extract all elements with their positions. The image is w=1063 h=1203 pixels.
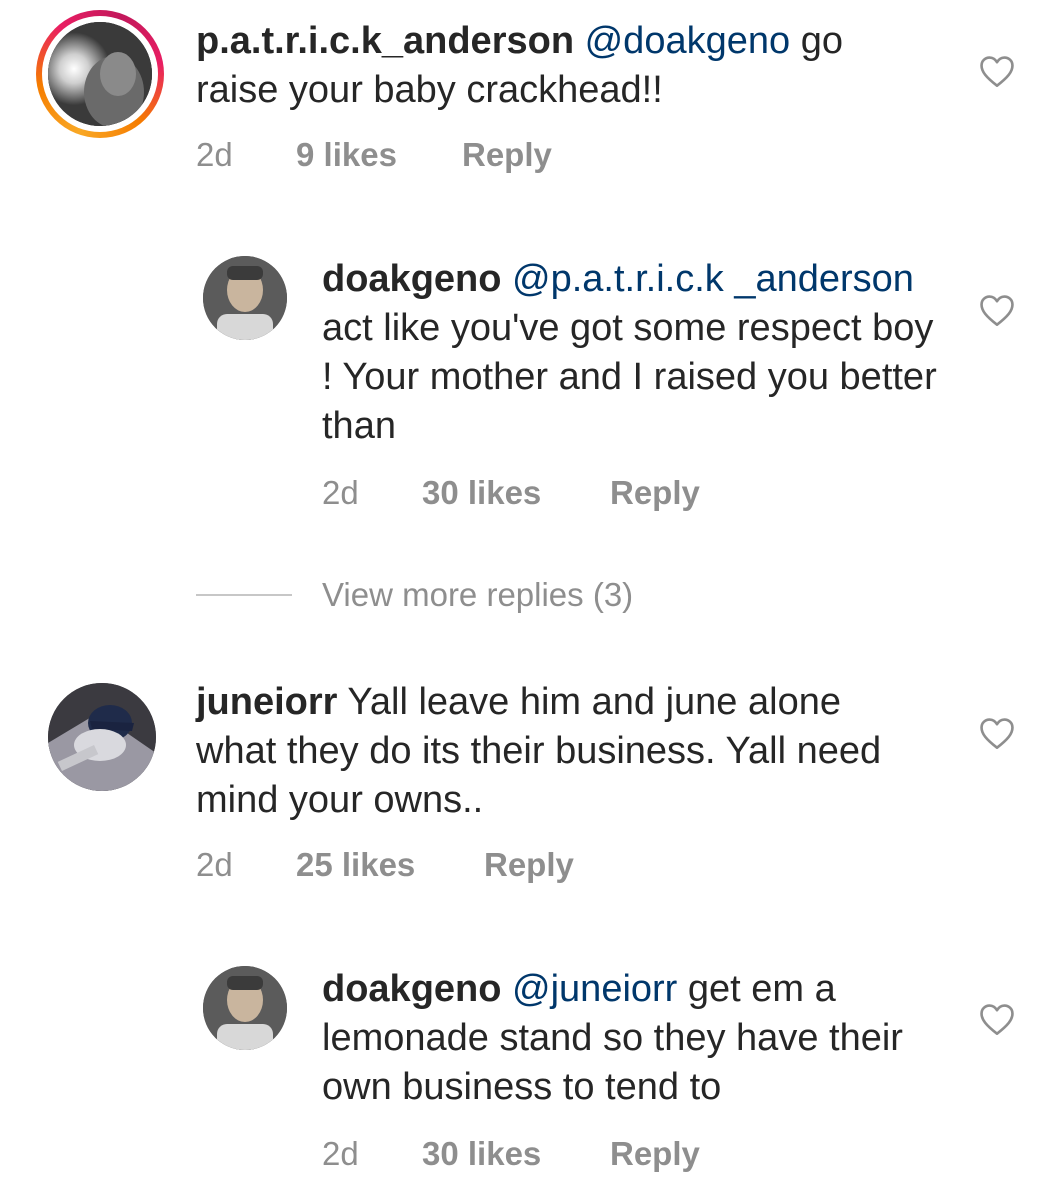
comment-time: 2d <box>196 136 233 173</box>
comment-time: 2d <box>322 474 359 511</box>
heart-icon[interactable] <box>978 54 1016 88</box>
mention-link[interactable]: @p.a.t.r.i.c.k _anderson <box>512 258 914 300</box>
username[interactable]: p.a.t.r.i.c.k_anderson <box>196 20 574 62</box>
username[interactable]: juneiorr <box>196 681 337 723</box>
heart-icon[interactable] <box>978 716 1016 750</box>
likes-count[interactable]: 30 likes <box>422 474 541 512</box>
avatar[interactable] <box>48 22 152 126</box>
view-more-divider <box>196 594 292 596</box>
comment-time: 2d <box>322 1135 359 1172</box>
avatar[interactable] <box>203 966 287 1050</box>
comment-text: act like you've got some respect boy ! Y… <box>322 307 937 447</box>
heart-icon[interactable] <box>978 1002 1016 1036</box>
likes-count[interactable]: 25 likes <box>296 846 415 884</box>
username[interactable]: doakgeno <box>322 258 501 300</box>
avatar[interactable] <box>203 256 287 340</box>
mention-link[interactable]: @juneiorr <box>512 968 677 1010</box>
reply-button[interactable]: Reply <box>610 1135 700 1173</box>
story-ring[interactable] <box>36 10 164 138</box>
heart-icon[interactable] <box>978 293 1016 327</box>
mention-link[interactable]: @doakgeno <box>585 20 791 62</box>
reply-button[interactable]: Reply <box>610 474 700 512</box>
avatar[interactable] <box>48 683 156 791</box>
reply-button[interactable]: Reply <box>484 846 574 884</box>
comment-time: 2d <box>196 846 233 883</box>
reply-button[interactable]: Reply <box>462 136 552 174</box>
username[interactable]: doakgeno <box>322 968 501 1010</box>
likes-count[interactable]: 30 likes <box>422 1135 541 1173</box>
view-more-replies-button[interactable]: View more replies (3) <box>322 576 633 614</box>
likes-count[interactable]: 9 likes <box>296 136 397 174</box>
